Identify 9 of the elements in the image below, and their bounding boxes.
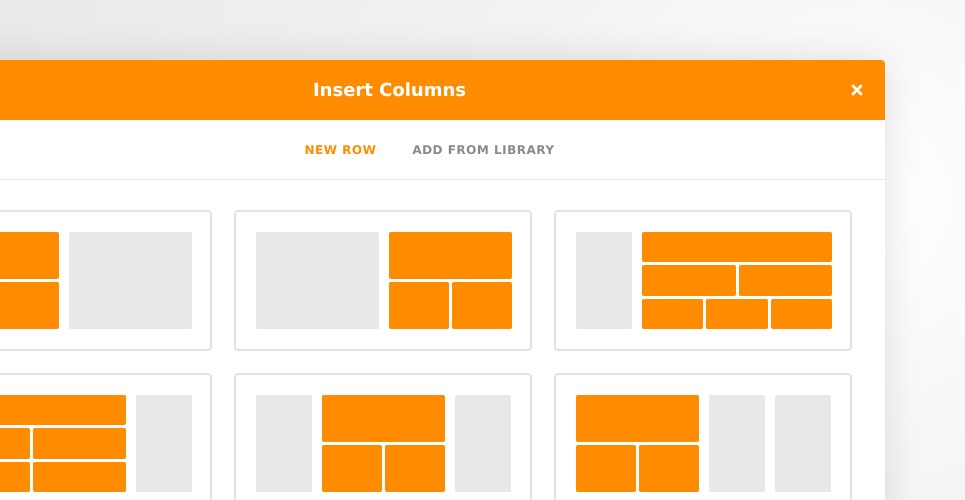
column-layout-option[interactable]	[554, 373, 852, 500]
tab[interactable]: ADD FROM LIBRARY	[406, 138, 561, 160]
column-layout-option[interactable]	[234, 373, 532, 500]
tab[interactable]: NEW ROW	[298, 138, 382, 160]
dialog-title: Insert Columns	[312, 80, 466, 100]
column-layout-option[interactable]	[554, 210, 852, 351]
column-layout-option[interactable]	[234, 210, 532, 351]
column-layout-option[interactable]	[0, 210, 212, 351]
close-icon[interactable]	[849, 82, 865, 98]
